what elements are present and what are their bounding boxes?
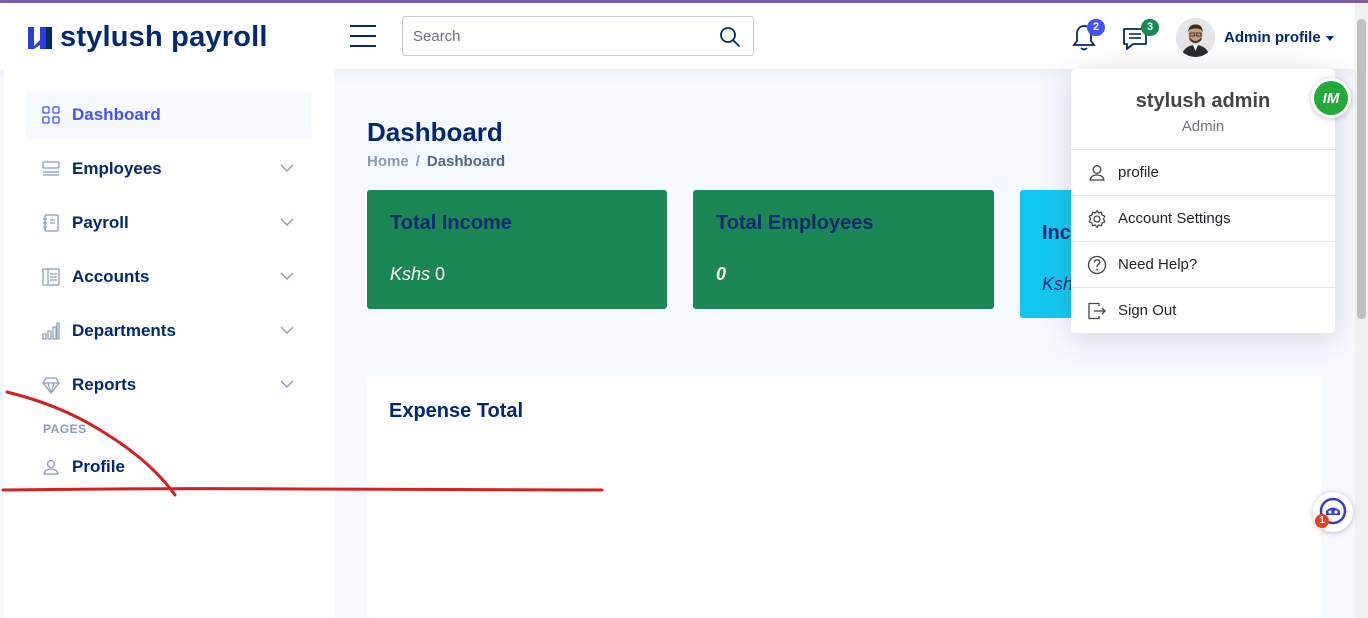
card-amount: 0	[716, 264, 727, 284]
avatar-image	[1176, 18, 1215, 57]
dropdown-user-name: stylush admin	[1135, 90, 1271, 112]
notifications-badge: 2	[1087, 19, 1105, 36]
card-total-employees[interactable]: Total Employees 0	[693, 190, 994, 309]
avatar[interactable]	[1176, 18, 1215, 57]
card-value: Ksh	[1042, 274, 1073, 295]
search-icon[interactable]	[719, 26, 741, 48]
sidebar-item-label: Accounts	[72, 267, 150, 286]
page-title: Dashboard	[367, 117, 503, 147]
sidebar-item-employees[interactable]: Employees	[26, 145, 312, 193]
sidebar-item-payroll[interactable]: Payroll	[26, 199, 312, 247]
sidebar-item-label: Departments	[72, 321, 176, 340]
search-input[interactable]	[403, 17, 703, 55]
dropdown-user-role: Admin	[1181, 118, 1225, 135]
caret-down-icon	[1325, 35, 1334, 41]
sidebar-item-dashboard[interactable]: Dashboard	[26, 91, 312, 139]
chevron-down-icon	[280, 272, 294, 280]
notifications-button[interactable]: 2	[1071, 19, 1105, 53]
journal-text-icon	[43, 214, 59, 232]
box-arrow-right-icon	[1088, 302, 1106, 319]
card-title: Total Income	[390, 212, 512, 234]
scrollbar-thumb[interactable]	[1357, 19, 1366, 319]
card-title: Inc	[1042, 222, 1071, 244]
card-value: 0	[716, 264, 726, 285]
logo[interactable]: stylush payroll	[26, 21, 268, 54]
card-currency: Ksh	[1042, 274, 1074, 294]
logo-icon	[28, 26, 52, 49]
profile-label: Admin profile	[1224, 29, 1321, 46]
page-scrollbar[interactable]	[1355, 3, 1368, 618]
annotation-strokes	[1, 390, 604, 497]
sidebar-item-label: Employees	[72, 159, 162, 178]
chevron-down-icon	[280, 164, 294, 172]
sidebar: Dashboard Employees Payroll Accounts Dep…	[4, 69, 334, 618]
sidebar-item-label: Payroll	[72, 213, 129, 232]
sidebar-item-accounts[interactable]: Accounts	[26, 253, 312, 301]
card-currency: Kshs	[390, 264, 431, 284]
bar-chart-icon	[42, 322, 60, 340]
card-amount: 0	[435, 264, 446, 284]
card-title: Total Employees	[716, 212, 874, 234]
dropdown-item-profile[interactable]: profile	[1071, 150, 1335, 195]
app-name: stylush payroll	[60, 21, 268, 53]
im-logo: IM	[1314, 81, 1348, 115]
messages-button[interactable]: 3	[1121, 19, 1159, 53]
dropdown-item-label: Account Settings	[1118, 210, 1231, 227]
profile-dropdown-menu: stylush admin Admin profile Account Sett…	[1071, 69, 1335, 333]
breadcrumb: Home / Dashboard	[367, 153, 505, 170]
search-bar	[402, 16, 754, 56]
messages-badge: 3	[1141, 19, 1159, 36]
dropdown-item-sign-out[interactable]: Sign Out	[1071, 288, 1335, 333]
sidebar-item-departments[interactable]: Departments	[26, 307, 312, 355]
breadcrumb-separator: /	[415, 153, 420, 170]
dropdown-item-label: profile	[1118, 164, 1159, 181]
layout-text-icon	[42, 268, 60, 286]
dropdown-item-account-settings[interactable]: Account Settings	[1071, 196, 1335, 241]
gear-icon	[1088, 209, 1106, 228]
dropdown-item-need-help[interactable]: Need Help?	[1071, 242, 1335, 287]
question-circle-icon	[1087, 255, 1107, 274]
sidebar-item-label: Dashboard	[72, 105, 161, 124]
card-total-income[interactable]: Total Income Kshs 0	[367, 190, 667, 309]
menu-button-icon	[42, 161, 60, 176]
grid-icon	[42, 106, 60, 124]
chevron-down-icon	[280, 326, 294, 334]
im-extension-button[interactable]: IM	[1311, 78, 1351, 118]
chatbot-button[interactable]: 1	[1313, 492, 1353, 532]
chatbot-badge: 1	[1315, 514, 1329, 528]
person-icon	[1089, 164, 1105, 181]
profile-dropdown-toggle[interactable]: Admin profile	[1224, 29, 1334, 46]
dropdown-item-label: Sign Out	[1118, 302, 1177, 319]
chevron-down-icon	[280, 218, 294, 226]
breadcrumb-current: Dashboard	[426, 153, 506, 170]
card-value: Kshs 0	[390, 264, 445, 285]
toggle-sidebar-button[interactable]	[350, 25, 376, 47]
dropdown-item-label: Need Help?	[1118, 256, 1198, 273]
breadcrumb-home-link[interactable]: Home	[367, 153, 409, 170]
header: stylush payroll 2 3	[0, 3, 1355, 69]
